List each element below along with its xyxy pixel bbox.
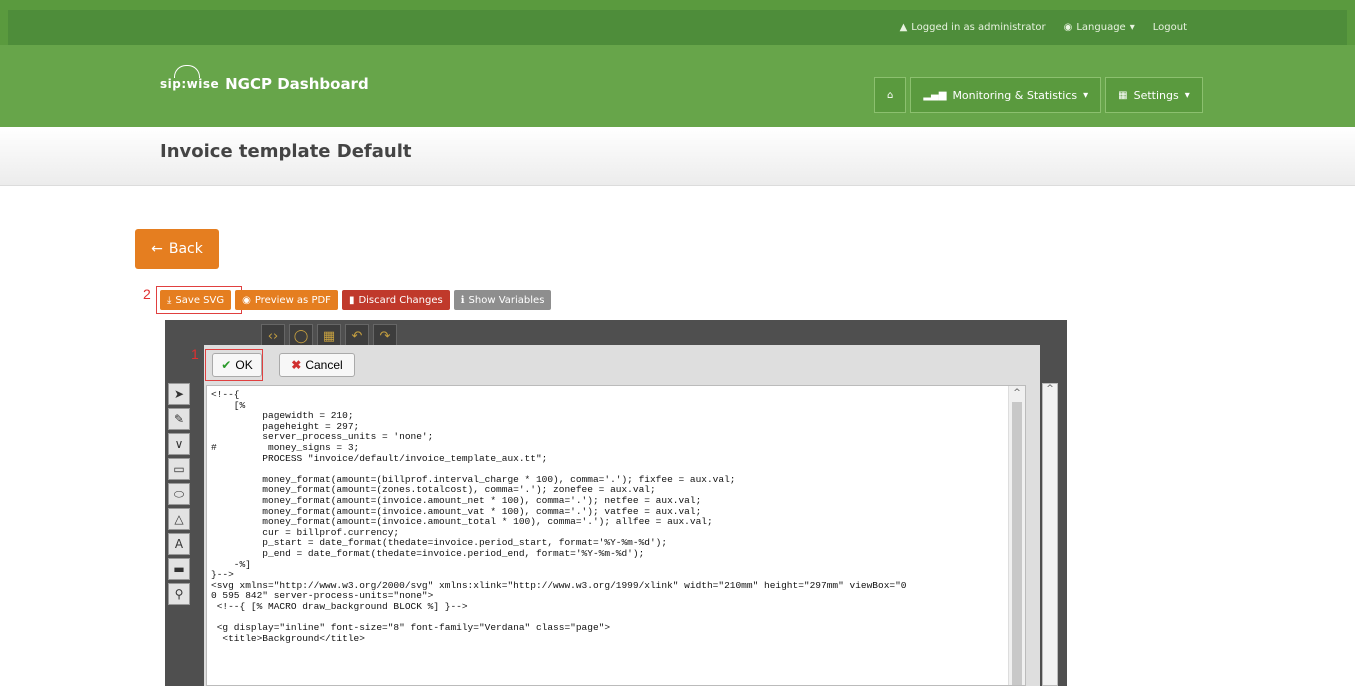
template-toolbar: ⤓ Save SVG ◉ Preview as PDF ▮ Discard Chang…: [160, 290, 552, 310]
annotation-number-2: 2: [143, 286, 151, 302]
main-nav: ⌂ ▂▄▆ Monitoring & Statistics ▾ ▦ Settings ▾: [874, 77, 1203, 113]
select-tool-icon[interactable]: ➤: [168, 383, 190, 405]
text-tool-icon[interactable]: A: [168, 533, 190, 555]
source-dialog: ✔ OK ✖ Cancel <!--{ [% pagewidth = 210; pa…: [204, 345, 1040, 686]
save-svg-button[interactable]: ⤓ Save SVG: [160, 290, 232, 310]
pencil-tool-icon[interactable]: ✎: [168, 408, 190, 430]
scroll-up-icon[interactable]: ^: [1043, 384, 1057, 394]
source-code-text: <!--{ [% pagewidth = 210; pageheight = 2…: [211, 389, 907, 644]
bar-chart-icon: ▂▄▆: [923, 89, 947, 101]
user-bar: ▲ Logged in as administrator ◉ Language ▾ L…: [900, 22, 1187, 33]
zoom-tool-icon[interactable]: ⚲: [168, 583, 190, 605]
monitoring-menu[interactable]: ▂▄▆ Monitoring & Statistics ▾: [910, 77, 1102, 113]
path-tool-icon[interactable]: ∨: [168, 433, 190, 455]
source-textarea[interactable]: <!--{ [% pagewidth = 210; pageheight = 2…: [206, 385, 1026, 686]
eye-icon: ◉: [242, 294, 251, 306]
logged-in-info: ▲ Logged in as administrator: [899, 22, 1046, 33]
cancel-button[interactable]: ✖ Cancel: [279, 353, 355, 377]
caret-down-icon: ▾: [1184, 89, 1190, 101]
globe-icon: ◉: [1063, 22, 1073, 33]
highlight-box-ok: [205, 349, 263, 381]
cloud-icon: [174, 65, 200, 78]
arrow-left-icon: ←: [151, 241, 163, 257]
caret-down-icon: ▾: [1129, 22, 1135, 33]
image-tool-icon[interactable]: ▬: [168, 558, 190, 580]
home-icon: ⌂: [887, 89, 894, 101]
logo[interactable]: sip:wise NGCP Dashboard: [160, 65, 369, 93]
info-icon: ℹ: [460, 294, 465, 306]
trash-icon: ▮: [348, 294, 355, 306]
main-header: sip:wise NGCP Dashboard ⌂ ▂▄▆ Monitoring …: [0, 45, 1355, 127]
textarea-scrollbar[interactable]: ^: [1008, 386, 1025, 685]
page-title: Invoice template Default: [160, 141, 412, 162]
grid-icon: ▦: [1118, 89, 1128, 101]
discard-changes-button[interactable]: ▮ Discard Changes: [341, 290, 450, 310]
rect-tool-icon[interactable]: ▭: [168, 458, 190, 480]
editor-scrollbar[interactable]: ^: [1042, 383, 1058, 686]
language-menu[interactable]: ◉ Language ▾: [1064, 22, 1135, 33]
back-button[interactable]: ← Back: [135, 229, 219, 269]
download-icon: ⤓: [167, 294, 172, 306]
home-button[interactable]: ⌂: [874, 77, 907, 113]
page-header: Invoice template Default: [0, 127, 1355, 186]
preview-pdf-button[interactable]: ◉ Preview as PDF: [235, 290, 338, 310]
editor-left-toolbar: ➤ ✎ ∨ ▭ ⬭ △ A ▬ ⚲: [168, 383, 190, 605]
polygon-tool-icon[interactable]: △: [168, 508, 190, 530]
logout-link[interactable]: Logout: [1153, 22, 1187, 33]
brand-mark: sip:wise: [160, 65, 219, 91]
top-bar: ▲ Logged in as administrator ◉ Language ▾ L…: [0, 0, 1355, 45]
app-title: NGCP Dashboard: [225, 75, 369, 93]
settings-menu[interactable]: ▦ Settings ▾: [1105, 77, 1203, 113]
caret-down-icon: ▾: [1083, 89, 1089, 101]
scroll-up-icon[interactable]: ^: [1009, 388, 1025, 398]
show-variables-button[interactable]: ℹ Show Variables: [453, 290, 552, 310]
user-icon: ▲: [899, 22, 908, 33]
scrollbar-thumb[interactable]: [1012, 402, 1022, 685]
x-icon: ✖: [291, 358, 302, 372]
top-bar-inner: ▲ Logged in as administrator ◉ Language ▾ L…: [8, 10, 1347, 45]
ellipse-tool-icon[interactable]: ⬭: [168, 483, 190, 505]
annotation-number-1: 1: [191, 346, 199, 362]
